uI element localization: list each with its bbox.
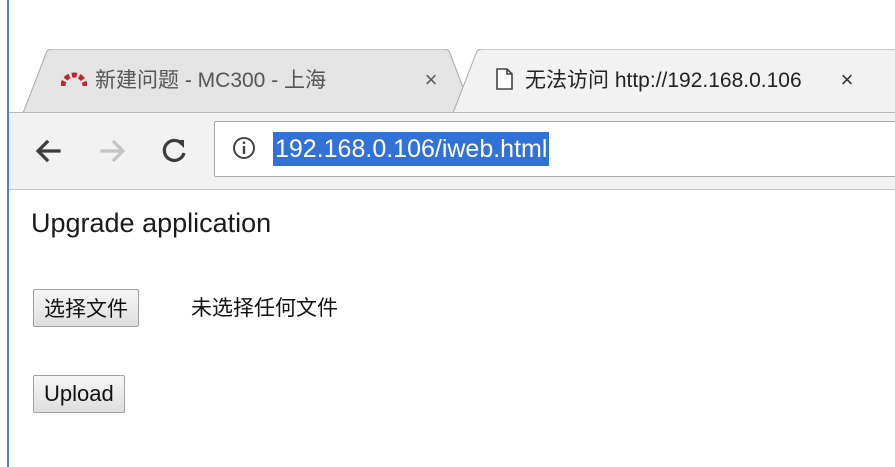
tab-title: 无法访问 http://192.168.0.106 [525, 69, 802, 92]
browser-window: 新建问题 - MC300 - 上海 × 无法访问 http://192.168.… [0, 0, 895, 467]
choose-file-button[interactable]: 选择文件 [33, 289, 139, 327]
tab-strip: 新建问题 - MC300 - 上海 × 无法访问 http://192.168.… [9, 0, 895, 113]
reload-icon[interactable] [154, 131, 194, 171]
file-status-label: 未选择任何文件 [191, 296, 338, 320]
page-content: Upgrade application 选择文件 未选择任何文件 Upload [9, 190, 895, 467]
upload-button[interactable]: Upload [33, 375, 125, 413]
back-arrow-icon[interactable] [29, 131, 69, 171]
window-edge [0, 0, 9, 467]
info-icon[interactable] [231, 135, 257, 161]
page-icon [496, 68, 513, 90]
tab-close-icon[interactable]: × [835, 68, 859, 92]
tab-unreachable[interactable]: 无法访问 http://192.168.0.106 × [453, 49, 895, 113]
forward-arrow-icon[interactable] [92, 131, 132, 171]
tab-new-issue[interactable]: 新建问题 - MC300 - 上海 × [23, 49, 473, 113]
page-heading: Upgrade application [31, 208, 272, 238]
browser-toolbar: 192.168.0.106/iweb.html [9, 113, 895, 190]
address-bar[interactable]: 192.168.0.106/iweb.html [214, 121, 895, 177]
url-text[interactable]: 192.168.0.106/iweb.html [273, 132, 550, 166]
tab-close-icon[interactable]: × [419, 68, 443, 92]
tab-title: 新建问题 - MC300 - 上海 [95, 69, 327, 92]
redmine-logo-icon [61, 72, 87, 87]
